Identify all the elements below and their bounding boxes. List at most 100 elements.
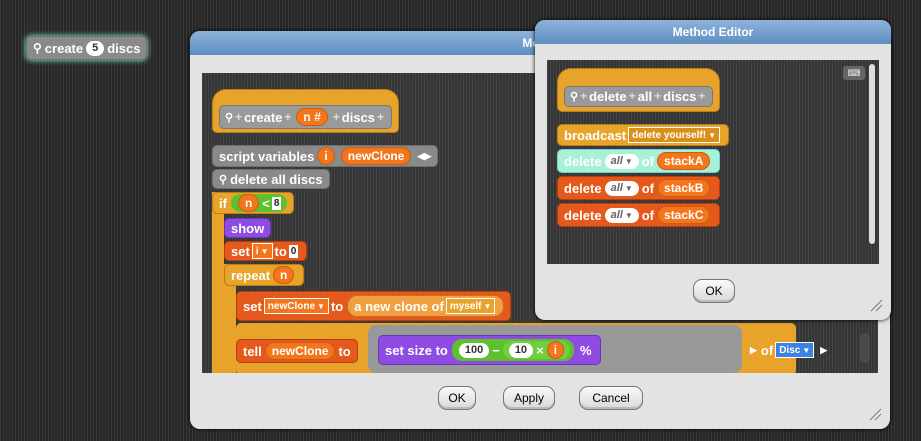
show-block[interactable]: show: [224, 218, 272, 238]
minus-op: −: [492, 342, 500, 358]
delete-stackb-block[interactable]: delete all ▼ of stackB: [557, 176, 721, 200]
of-target: Disc: [779, 344, 801, 356]
delete-selector[interactable]: all ▼: [604, 153, 639, 169]
set-size-block[interactable]: set size to 100 − 10 × i %: [378, 335, 601, 365]
times-reporter[interactable]: 10 × i: [502, 341, 570, 359]
location-pin-icon: ⚲: [33, 41, 42, 55]
delete-stackc-block[interactable]: delete all ▼ of stackC: [557, 203, 721, 227]
set-newclone-block[interactable]: set newClone ▼ to a new clone of myself ▼: [236, 291, 512, 321]
method-editor-title: Method Editor: [672, 25, 754, 39]
me-ok-button[interactable]: OK: [693, 279, 735, 303]
delete-stacka-block[interactable]: delete all ▼ of stackA: [557, 149, 721, 173]
delete-keyword: delete: [564, 207, 602, 223]
arrows-icon[interactable]: ◀▶: [417, 151, 431, 162]
location-pin-icon: ⚲: [225, 111, 234, 124]
set-var-dropdown[interactable]: i ▼: [251, 243, 273, 259]
resize-grip-icon[interactable]: [868, 407, 882, 421]
times-var-i[interactable]: i: [546, 341, 564, 359]
main-scrollbar[interactable]: [860, 333, 870, 363]
tell-keyword: tell: [243, 343, 262, 359]
of-keyword: of: [760, 342, 774, 358]
arrow-right-icon[interactable]: ▶: [750, 345, 757, 356]
to-keyword: to: [274, 243, 287, 259]
me-hat-word-delete: delete: [589, 88, 627, 104]
hat-word-create: create: [244, 109, 283, 125]
delete-selector[interactable]: all ▼: [604, 180, 639, 196]
script-variables-label: script variables: [219, 148, 315, 164]
hat-create-block[interactable]: ⚲ + create + n # + discs +: [212, 89, 400, 133]
palette-block-label-pre: create: [44, 40, 84, 56]
factor-number[interactable]: 10: [508, 342, 534, 358]
if-block-frame[interactable]: [212, 192, 224, 373]
apply-label: Apply: [513, 391, 545, 405]
palette-block-label-post: discs: [107, 40, 141, 56]
me-hat-word-all: all: [637, 88, 653, 104]
set2-var-dropdown[interactable]: newClone ▼: [263, 298, 329, 314]
delete-selector[interactable]: all ▼: [604, 207, 639, 223]
list-var-stackb[interactable]: stackB: [657, 179, 711, 197]
resize-grip-icon[interactable]: [869, 298, 883, 312]
cond-number[interactable]: 8: [271, 196, 282, 210]
list-var-stacka[interactable]: stackA: [657, 152, 711, 170]
repeat-var-n[interactable]: n: [273, 266, 295, 284]
main-ok-button[interactable]: OK: [438, 386, 476, 410]
of-keyword: of: [641, 207, 655, 223]
cond-var-n[interactable]: n: [237, 194, 260, 212]
new-clone-reporter[interactable]: a new clone of myself ▼: [347, 295, 505, 317]
to2-keyword: to: [330, 298, 344, 314]
repeat-block[interactable]: repeat n: [224, 264, 305, 286]
set-var-name: i: [255, 245, 259, 257]
delete-selector-value: all: [610, 182, 623, 194]
arrow-right-icon[interactable]: ▶: [820, 345, 827, 356]
of-target-dropdown[interactable]: Disc ▼: [775, 342, 815, 358]
me-hat-word-discs: discs: [663, 88, 697, 104]
method-editor-pane[interactable]: ⚲ + delete + all + discs + broadcast del…: [547, 60, 879, 264]
if-keyword: if: [219, 195, 227, 211]
keyboard-icon[interactable]: ⌨: [843, 66, 865, 80]
broadcast-message-dropdown[interactable]: delete yourself! ▼: [628, 127, 720, 143]
of-keyword: of: [641, 153, 655, 169]
location-pin-icon: ⚲: [219, 173, 228, 186]
new-clone-label: a new clone of: [354, 298, 444, 314]
var-i[interactable]: i: [317, 147, 335, 165]
broadcast-block[interactable]: broadcast delete yourself! ▼: [557, 124, 729, 146]
set-value[interactable]: 0: [288, 244, 299, 258]
param-n[interactable]: n #: [296, 108, 328, 126]
less-than-op: <: [262, 195, 270, 211]
cancel-button[interactable]: Cancel: [579, 386, 643, 410]
delete-all-discs-block[interactable]: ⚲ delete all discs: [212, 169, 330, 189]
set-i-block[interactable]: set i ▼ to 0: [224, 241, 308, 261]
broadcast-keyword: broadcast: [564, 127, 627, 143]
me-scrollbar[interactable]: [869, 64, 875, 244]
var-newclone[interactable]: newClone: [340, 147, 412, 165]
tell-of-block[interactable]: ▶ of Disc ▼ ▶: [750, 339, 827, 361]
delete-selector-value: all: [610, 209, 623, 221]
tell-to: to: [338, 343, 351, 359]
repeat-keyword: repeat: [231, 267, 271, 283]
minus-reporter[interactable]: 100 − 10 × i: [451, 339, 574, 361]
tell-var[interactable]: newClone: [264, 342, 336, 360]
palette-create-discs-block[interactable]: ⚲ create 5 discs: [26, 36, 148, 60]
clone-target-dropdown[interactable]: myself ▼: [445, 298, 496, 314]
list-var-stackc[interactable]: stackC: [657, 206, 711, 224]
apply-button[interactable]: Apply: [503, 386, 555, 410]
me-ok-label: OK: [705, 284, 723, 298]
me-hat-block[interactable]: ⚲ + delete + all + discs +: [557, 68, 721, 112]
main-ok-label: OK: [448, 391, 466, 405]
show-label: show: [231, 220, 265, 236]
script-variables-block[interactable]: script variables i newClone ◀▶: [212, 145, 439, 167]
cancel-label: Cancel: [592, 391, 630, 405]
palette-count-slot[interactable]: 5: [86, 40, 105, 56]
tell-block[interactable]: tell newClone to: [236, 339, 358, 363]
broadcast-message: delete yourself!: [632, 129, 707, 141]
location-pin-icon: ⚲: [570, 90, 579, 103]
percent-sign: %: [580, 342, 592, 358]
clone-target: myself: [449, 300, 482, 312]
if-block[interactable]: if n < 8: [212, 192, 295, 214]
of-keyword: of: [641, 180, 655, 196]
condition-block[interactable]: n < 8: [230, 194, 288, 212]
method-editor-titlebar[interactable]: Method Editor: [535, 20, 891, 44]
size-number[interactable]: 100: [458, 342, 490, 358]
set-keyword: set: [231, 243, 250, 259]
delete-all-discs-label: delete all discs: [230, 171, 323, 187]
